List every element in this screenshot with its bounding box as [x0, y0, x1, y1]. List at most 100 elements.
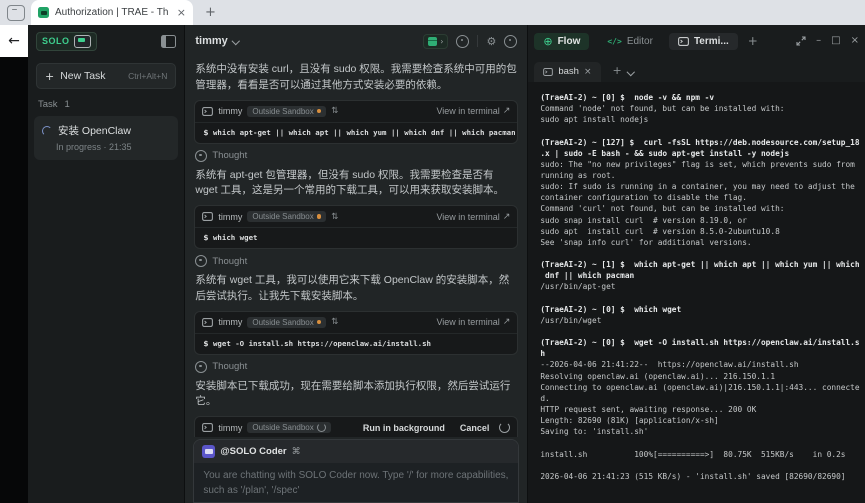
close-tab-icon[interactable]: × — [177, 6, 186, 19]
external-link-icon: ↗ — [503, 212, 511, 222]
new-task-shortcut: Ctrl+Alt+N — [128, 71, 167, 81]
terminal-line: Length: 82690 (81K) [application/x-sh] — [540, 415, 865, 426]
thought-icon — [195, 150, 207, 162]
terminal-line: Command 'curl' not found, but can be ins… — [540, 203, 865, 214]
terminal-line: running as root. — [540, 170, 865, 181]
task-sidebar: SOLO + New Task Ctrl+Alt+N Task 1 安装 Ope… — [28, 25, 185, 503]
terminal-icon — [543, 68, 553, 76]
thought-row[interactable]: Thought — [195, 255, 517, 267]
close-icon[interactable]: × — [851, 36, 859, 46]
shell-dropdown-icon[interactable] — [627, 67, 635, 75]
agent-mention-chip[interactable]: @SOLO Coder ⌘ — [194, 440, 518, 463]
terminal-line: d. — [540, 393, 865, 404]
solo-logo: SOLO — [36, 32, 97, 51]
new-task-button[interactable]: + New Task Ctrl+Alt+N — [36, 63, 176, 89]
terminal-icon — [678, 37, 689, 46]
maximize-icon[interactable]: □ — [831, 36, 840, 46]
terminal-line: See 'snap info curl' for additional vers… — [540, 237, 865, 248]
spinner-icon — [499, 422, 510, 433]
tab-editor[interactable]: </> Editor — [599, 33, 661, 50]
back-button[interactable]: ← — [0, 25, 28, 57]
warning-dot-icon — [317, 320, 322, 325]
terminal-tab-strip: bash × + — [528, 57, 865, 82]
sandbox-status-button[interactable]: › — [423, 34, 448, 49]
sidebar-toggle-icon[interactable] — [161, 35, 176, 48]
tab-terminal[interactable]: Termi... — [669, 33, 738, 50]
command-text: $ which apt-get || which apt || which yu… — [195, 123, 517, 143]
thought-icon — [195, 255, 207, 267]
terminal-output: (TraeAI-2) ~ [0] $ node -v && npm -vComm… — [528, 82, 865, 503]
expand-collapse-icon[interactable]: ⇅ — [331, 212, 338, 222]
terminal-line — [540, 437, 865, 448]
trae-solo-window: SOLO + New Task Ctrl+Alt+N Task 1 安装 Ope… — [28, 25, 865, 503]
terminal-line — [540, 460, 865, 471]
run-in-background-button[interactable]: Run in background — [363, 423, 445, 433]
browser-tab-bar: Authorization | TRAE - Th × + — [0, 0, 865, 25]
warning-dot-icon — [317, 214, 322, 219]
gear-icon[interactable]: ⚙ — [486, 36, 496, 47]
trae-favicon — [38, 7, 49, 18]
history-icon[interactable] — [456, 35, 469, 48]
device-icon — [7, 5, 25, 21]
left-edge — [0, 57, 28, 503]
terminal-line: sudo: The "no new privileges" flag is se… — [540, 159, 865, 170]
plus-icon: + — [45, 70, 54, 83]
thought-row[interactable]: Thought — [195, 361, 517, 373]
outside-sandbox-badge: Outside Sandbox — [247, 422, 330, 433]
robot-icon — [202, 445, 215, 458]
terminal-line — [540, 248, 865, 259]
chevron-down-icon — [232, 37, 240, 45]
browser-tab[interactable]: Authorization | TRAE - Th × — [31, 0, 193, 25]
terminal-line: --2026-04-06 21:41:22-- https://openclaw… — [540, 359, 865, 370]
divider — [477, 35, 478, 47]
task-count: 1 — [65, 99, 70, 110]
chat-input[interactable]: @SOLO Coder ⌘ You are chatting with SOLO… — [193, 439, 519, 503]
chevron-right-icon: › — [440, 37, 443, 46]
external-link-icon: ↗ — [503, 106, 511, 116]
view-in-terminal-link[interactable]: View in terminal↗ — [436, 106, 510, 116]
close-shell-icon[interactable]: × — [584, 67, 592, 77]
terminal-icon — [202, 318, 213, 327]
outside-sandbox-badge: Outside Sandbox — [247, 317, 326, 328]
thought-row[interactable]: Thought — [195, 150, 517, 162]
agent-message: 系统有 apt-get 包管理器，但没有 sudo 权限。我需要检查是否有 wg… — [195, 168, 517, 200]
chat-input-placeholder: You are chatting with SOLO Coder now. Ty… — [194, 463, 518, 503]
terminal-line: .x | sudo -E bash - && sudo apt-get inst… — [540, 148, 865, 159]
terminal-line: /usr/bin/apt-get — [540, 281, 865, 292]
chat-messages: 系统中没有安装 curl，且没有 sudo 权限。我需要检查系统中可用的包管理器… — [185, 57, 527, 437]
task-item[interactable]: 安装 OpenClaw In progress · 21:35 — [34, 116, 178, 160]
sandbox-cube-icon — [428, 37, 437, 46]
outside-sandbox-badge: Outside Sandbox — [247, 106, 326, 117]
tab-flow[interactable]: ⊕ Flow — [534, 33, 589, 50]
code-icon: </> — [607, 37, 621, 46]
terminal-line: Resolving openclaw.ai (openclaw.ai)... 2… — [540, 371, 865, 382]
command-text: $ wget -O install.sh https://openclaw.ai… — [195, 334, 517, 354]
warning-dot-icon — [317, 109, 322, 114]
add-panel-tab-button[interactable]: + — [748, 34, 758, 48]
cancel-button[interactable]: Cancel — [460, 423, 490, 433]
terminal-line: sudo: If sudo is running in a container,… — [540, 181, 865, 192]
account-icon[interactable] — [504, 35, 517, 48]
terminal-icon — [202, 107, 213, 116]
terminal-line: dnf || which pacman — [540, 270, 865, 281]
task-title: 安装 OpenClaw — [58, 123, 131, 138]
collapse-panel-icon[interactable] — [796, 36, 806, 46]
task-spinner-icon — [42, 126, 52, 136]
panel-tab-bar: ⊕ Flow </> Editor Termi... + – □ × — [528, 25, 865, 57]
new-tab-button[interactable]: + — [205, 5, 216, 20]
agent-name-dropdown[interactable]: timmy — [195, 35, 227, 47]
view-in-terminal-link[interactable]: View in terminal↗ — [436, 317, 510, 327]
expand-collapse-icon[interactable]: ⇅ — [331, 317, 338, 327]
terminal-icon — [202, 423, 213, 432]
task-section-header: Task 1 — [38, 99, 174, 110]
bash-tab[interactable]: bash × — [534, 62, 600, 82]
minimize-icon[interactable]: – — [816, 36, 821, 46]
expand-collapse-icon[interactable]: ⇅ — [331, 106, 338, 116]
browser-tab-title: Authorization | TRAE - Th — [55, 7, 172, 18]
terminal-line: sudo snap install curl # version 8.19.0,… — [540, 215, 865, 226]
view-in-terminal-link[interactable]: View in terminal↗ — [436, 212, 510, 222]
outside-sandbox-badge: Outside Sandbox — [247, 211, 326, 222]
agent-message: 系统有 wget 工具，我可以使用它来下载 OpenClaw 的安装脚本，然后尝… — [195, 273, 517, 305]
new-shell-button[interactable]: + — [613, 64, 622, 77]
terminal-line — [540, 125, 865, 136]
